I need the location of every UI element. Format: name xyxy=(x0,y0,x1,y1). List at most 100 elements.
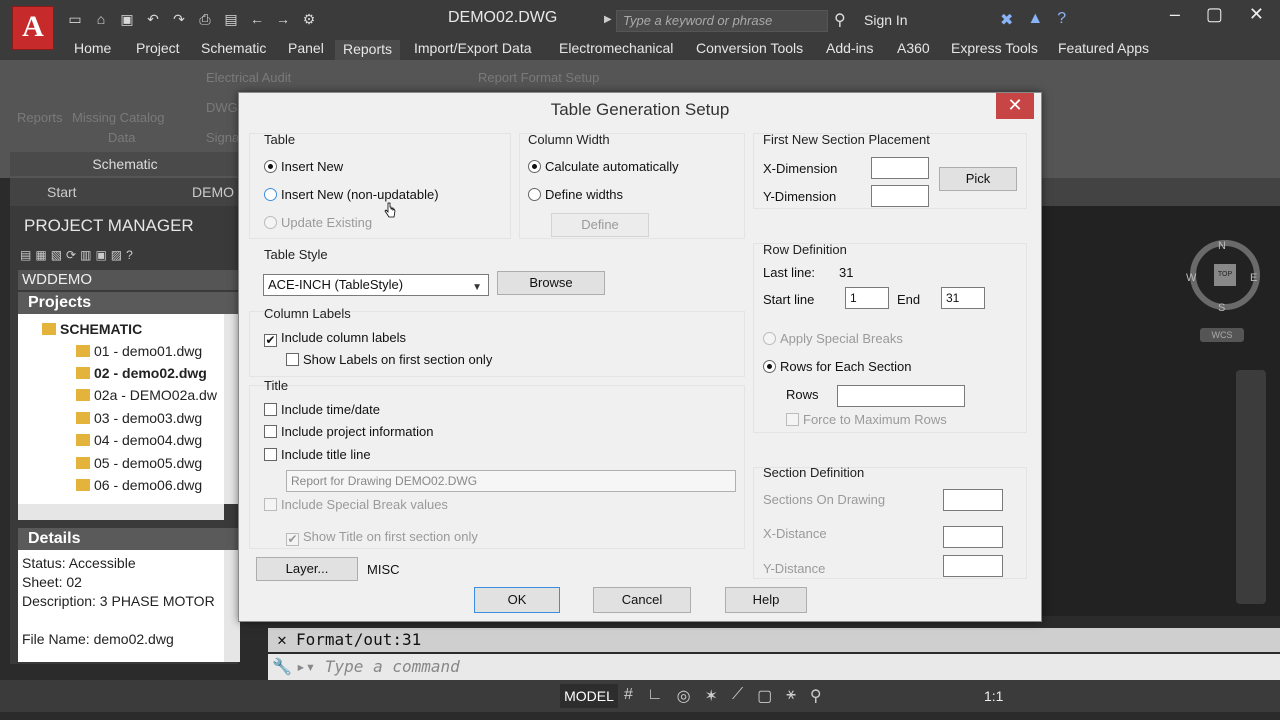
close-command-icon[interactable]: ✕ xyxy=(268,628,296,652)
layer-button[interactable]: Layer... xyxy=(256,557,358,581)
properties-icon[interactable]: ▥ xyxy=(80,248,91,262)
navigation-bar[interactable] xyxy=(1236,370,1266,604)
tab-featured-apps[interactable]: Featured Apps xyxy=(1058,40,1149,56)
new-drawing-icon[interactable]: ▧ xyxy=(51,248,62,262)
y-distance-input[interactable] xyxy=(943,555,1003,577)
tree-item-demo01[interactable]: 01 - demo01.dwg xyxy=(76,340,202,362)
new-icon[interactable]: ▭ xyxy=(66,10,84,28)
viewcube-top[interactable]: TOP xyxy=(1214,264,1236,286)
rows-for-each-section-radio[interactable]: Rows for Each Section xyxy=(763,359,912,374)
define-button[interactable]: Define xyxy=(551,213,649,237)
help-pm-icon[interactable]: ? xyxy=(126,248,133,262)
cancel-button[interactable]: Cancel xyxy=(593,587,691,613)
y-dimension-input[interactable] xyxy=(871,185,929,207)
a360-icon[interactable]: ▲ xyxy=(1027,10,1043,30)
task-list-icon[interactable]: ▨ xyxy=(111,248,122,262)
x-dimension-input[interactable] xyxy=(871,157,929,179)
close-window-icon[interactable]: ✕ xyxy=(1249,4,1264,25)
sign-in-button[interactable]: Sign In xyxy=(864,12,908,28)
tab-add-ins[interactable]: Add-ins xyxy=(826,40,873,56)
selection-cycling-icon[interactable]: ▢ xyxy=(757,686,772,706)
tree-horizontal-scrollbar[interactable] xyxy=(18,504,224,520)
tab-a360[interactable]: A360 xyxy=(897,40,930,56)
end-line-input[interactable]: 31 xyxy=(941,287,985,309)
tab-panel[interactable]: Panel xyxy=(288,40,324,56)
tab-import-export[interactable]: Import/Export Data xyxy=(414,40,532,56)
dwg-audit-label[interactable]: DWG xyxy=(206,100,238,115)
include-title-line-checkbox[interactable]: Include title line xyxy=(264,447,371,462)
tab-reports[interactable]: Reports xyxy=(335,40,401,62)
insert-new-non-updatable-radio[interactable]: Insert New (non-updatable) xyxy=(264,187,439,202)
include-project-info-checkbox[interactable]: Include project information xyxy=(264,424,433,439)
report-format-setup-label[interactable]: Report Format Setup xyxy=(478,70,599,85)
wcs-menu[interactable]: WCS xyxy=(1200,328,1244,342)
plot-icon[interactable]: ▣ xyxy=(95,248,106,262)
apply-special-breaks-radio[interactable]: Apply Special Breaks xyxy=(763,331,903,346)
missing-catalog-label[interactable]: Missing Catalog xyxy=(72,110,165,125)
x-distance-input[interactable] xyxy=(943,526,1003,548)
search-input[interactable]: Type a keyword or phrase xyxy=(616,10,828,32)
sections-on-drawing-input[interactable] xyxy=(943,489,1003,511)
browse-button[interactable]: Browse xyxy=(497,271,605,295)
include-column-labels-checkbox[interactable]: ✔ Include column labels xyxy=(264,330,406,347)
save-icon[interactable]: ▣ xyxy=(118,10,136,28)
tab-project[interactable]: Project xyxy=(136,40,180,56)
tree-item-demo02[interactable]: 02 - demo02.dwg xyxy=(76,362,207,384)
pick-button[interactable]: Pick xyxy=(939,167,1017,191)
undo-icon[interactable]: ↶ xyxy=(144,10,162,28)
maximize-icon[interactable]: ▢ xyxy=(1206,4,1223,25)
table-style-select[interactable]: ACE-INCH (TableStyle) ▼ xyxy=(263,274,489,296)
dialog-close-button[interactable]: ✕ xyxy=(996,93,1034,119)
annotation-icon[interactable]: ⚹ xyxy=(786,686,796,706)
rows-input[interactable] xyxy=(837,385,965,407)
project-icon[interactable]: ▤ xyxy=(222,10,240,28)
refresh-icon[interactable]: ⟳ xyxy=(66,248,76,262)
reports-button-label[interactable]: Reports xyxy=(17,110,63,125)
help-icon[interactable]: ? xyxy=(1057,10,1066,30)
project-dropdown[interactable]: WDDEMO xyxy=(18,270,240,290)
search-expand-icon[interactable]: ▶ xyxy=(604,14,612,25)
calculate-automatically-radio[interactable]: Calculate automatically xyxy=(528,159,679,174)
electrical-audit-label[interactable]: Electrical Audit xyxy=(206,70,291,85)
polar-icon[interactable]: ◎ xyxy=(677,686,691,706)
autoscale-icon[interactable]: ⚲ xyxy=(810,686,822,706)
app-logo[interactable]: A xyxy=(12,6,54,50)
title-line-input[interactable]: Report for Drawing DEMO02.DWG xyxy=(286,470,736,492)
tab-schematic[interactable]: Schematic xyxy=(201,40,266,56)
osnap-icon[interactable]: ✶ xyxy=(705,686,718,706)
open-project-icon[interactable]: ▤ xyxy=(20,248,31,262)
include-special-break-checkbox[interactable]: Include Special Break values xyxy=(264,497,448,512)
show-labels-first-section-checkbox[interactable]: Show Labels on first section only xyxy=(286,352,492,367)
tab-start[interactable]: Start xyxy=(47,184,77,200)
show-title-first-section-checkbox[interactable]: ✔ Show Title on first section only xyxy=(286,529,478,546)
command-prompt-icon[interactable]: ▸▾ xyxy=(296,657,325,676)
tab-express-tools[interactable]: Express Tools xyxy=(951,40,1038,56)
tab-demo[interactable]: DEMO xyxy=(192,184,234,200)
tab-conversion-tools[interactable]: Conversion Tools xyxy=(696,40,803,56)
tree-item-demo06[interactable]: 06 - demo06.dwg xyxy=(76,474,202,496)
minimize-icon[interactable]: – xyxy=(1170,4,1180,25)
annotation-scale[interactable]: 1:1 xyxy=(984,688,1003,704)
tab-home[interactable]: Home xyxy=(74,40,111,56)
redo-icon[interactable]: ↷ xyxy=(170,10,188,28)
print-icon[interactable]: ⎙ xyxy=(196,10,214,28)
tree-item-demo02a[interactable]: 02a - DEMO02a.dw xyxy=(76,384,217,406)
define-widths-radio[interactable]: Define widths xyxy=(528,187,623,202)
signal-label[interactable]: Signal xyxy=(206,130,242,145)
tab-electromechanical[interactable]: Electromechanical xyxy=(559,40,673,56)
ortho-icon[interactable]: ∟ xyxy=(647,686,663,706)
forward-icon[interactable]: → xyxy=(274,10,292,28)
back-icon[interactable]: ← xyxy=(248,10,266,28)
exchange-icon[interactable]: ✖ xyxy=(1000,10,1013,30)
command-input[interactable]: 🔧 ▸▾ Type a command xyxy=(268,654,1280,680)
tree-item-demo03[interactable]: 03 - demo03.dwg xyxy=(76,407,202,429)
model-space-button[interactable]: MODEL xyxy=(560,684,618,708)
force-max-rows-checkbox[interactable]: Force to Maximum Rows xyxy=(786,412,947,427)
help-button[interactable]: Help xyxy=(725,587,807,613)
new-project-icon[interactable]: ▦ xyxy=(35,248,46,262)
insert-new-radio[interactable]: Insert New xyxy=(264,159,343,174)
include-time-date-checkbox[interactable]: Include time/date xyxy=(264,402,380,417)
tree-item-demo04[interactable]: 04 - demo04.dwg xyxy=(76,429,202,451)
settings-icon[interactable]: ⚙ xyxy=(300,10,318,28)
tree-folder-schematic[interactable]: SCHEMATIC xyxy=(42,318,142,340)
